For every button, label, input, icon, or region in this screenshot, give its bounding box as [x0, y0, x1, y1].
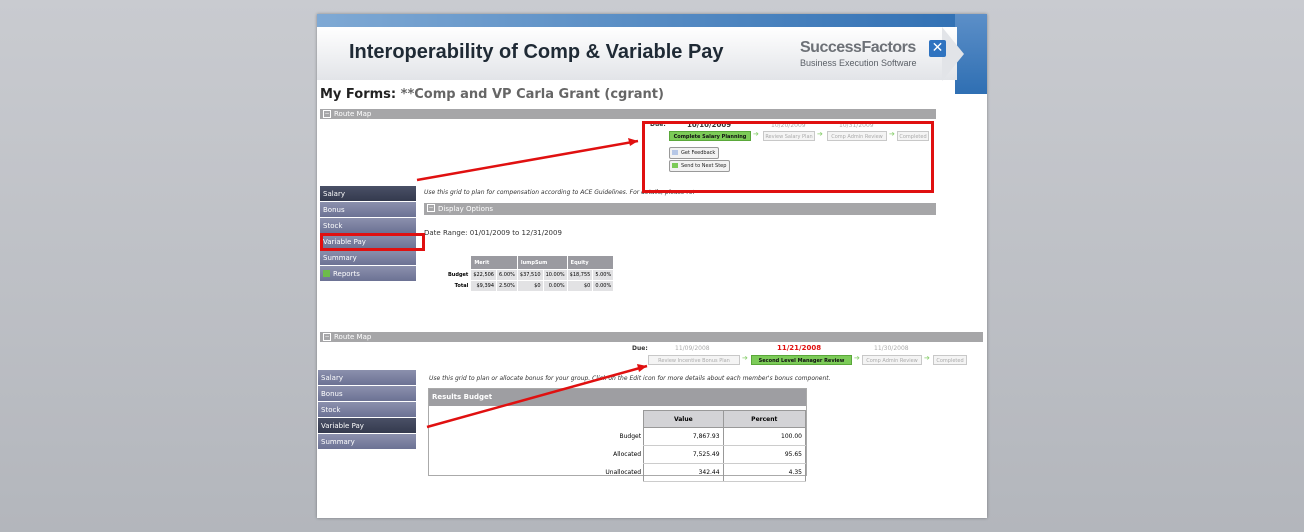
slide: Interoperability of Comp & Variable Pay …	[317, 14, 987, 518]
arrow-line-top	[416, 139, 639, 182]
annotation-arrows	[416, 138, 648, 429]
arrow-line-bottom	[426, 364, 648, 429]
